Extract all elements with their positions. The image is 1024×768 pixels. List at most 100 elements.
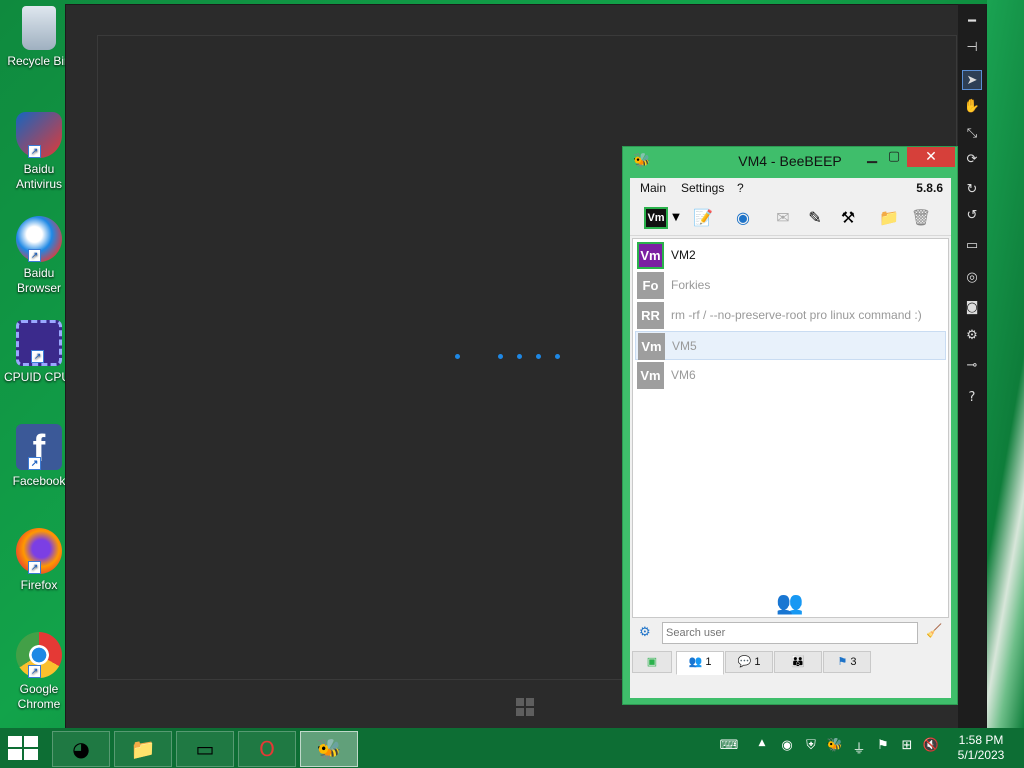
maximize-button[interactable]: ▢ — [885, 149, 903, 167]
shortcut-arrow-icon: ↗ — [28, 561, 41, 574]
tray-expand-icon[interactable]: ▲ — [752, 738, 772, 748]
pin-icon[interactable]: ⊣ — [962, 38, 982, 58]
tab-chats[interactable]: 💬 1 — [725, 651, 773, 673]
user-name: Forkies — [671, 278, 711, 292]
clear-search-icon[interactable]: 🧹 — [926, 624, 942, 639]
my-status-button[interactable]: Vm — [644, 207, 668, 229]
tab-groups[interactable]: 👪 — [774, 651, 822, 673]
user-row[interactable]: Vm VM2 — [635, 241, 946, 270]
user-row[interactable]: Fo Forkies — [635, 271, 946, 300]
menu-help[interactable]: ? — [737, 181, 744, 195]
clock-time: 1:58 PM — [958, 733, 1004, 747]
version-label: 5.8.6 — [916, 181, 943, 195]
hand-icon[interactable]: ✋ — [962, 97, 982, 117]
tab-shares[interactable]: ⚑ 3 — [823, 651, 871, 673]
close-button[interactable]: ✕ — [907, 147, 955, 167]
groups-icon: 👪 — [791, 656, 805, 668]
baidu-browser-icon: ↗ — [16, 216, 62, 262]
user-name: VM2 — [671, 248, 696, 262]
user-avatar: Vm — [638, 333, 665, 360]
search-bar: ⚙ 🧹 — [630, 619, 951, 649]
search-input[interactable] — [662, 622, 918, 644]
menu-settings[interactable]: Settings — [681, 181, 724, 195]
resize-icon[interactable]: ⤡ — [962, 124, 982, 144]
monitor-icon[interactable]: ▭ — [962, 236, 982, 256]
taskbar-beebeep-icon[interactable]: 🐝 — [300, 731, 358, 767]
tools-icon[interactable]: ⚒ — [835, 205, 861, 231]
gear-icon[interactable]: ⚙ — [962, 326, 982, 346]
camera-icon[interactable]: ◙ — [962, 298, 982, 318]
network-icon[interactable]: ◉ — [730, 205, 756, 231]
tab-count: 1 — [705, 656, 712, 668]
minimize-icon[interactable]: ━ — [962, 12, 982, 32]
people-icon: 👥 — [776, 591, 804, 616]
keyboard-icon[interactable]: ⌨ — [716, 738, 742, 753]
bottom-tabs: ▣ 👥 1 💬 1 👪 ⚑ 3 — [630, 651, 951, 675]
desktop-icon-label: Baidu Browser — [16, 266, 61, 295]
taskbar-viewer-icon[interactable]: ▭ — [176, 731, 234, 767]
taskbar-opera-icon[interactable]: O — [238, 731, 296, 767]
search-options-icon[interactable]: ⚙ — [639, 625, 651, 640]
desktop-icon-label: Google Chrome — [17, 682, 61, 711]
tab-count: 1 — [754, 656, 761, 668]
refresh-icon[interactable]: ↻ — [962, 180, 982, 200]
shortcut-arrow-icon: ↗ — [28, 665, 41, 678]
user-name: VM5 — [672, 339, 697, 353]
desktop-icon-label: Baidu Antivirus — [15, 162, 62, 191]
chevron-down-icon[interactable]: ▼ — [670, 205, 682, 231]
help-icon[interactable]: ? — [962, 388, 982, 408]
user-row[interactable]: Vm VM6 — [635, 361, 946, 390]
tray-app-icon[interactable]: ◉ — [777, 738, 797, 753]
tray-network-icon[interactable]: ⊞ — [897, 738, 917, 753]
desktop-icon-label: Facebook — [12, 474, 66, 488]
user-row[interactable]: RR rm -rf / --no-preserve-root pro linux… — [635, 301, 946, 330]
desktop-icon-label: Recycle Bin — [7, 54, 71, 68]
tab-screen[interactable]: ▣ — [632, 651, 672, 673]
user-name: VM6 — [671, 368, 696, 382]
tray-shield-icon[interactable]: ⛨ — [801, 738, 821, 753]
trash-icon[interactable]: 🗑 — [908, 205, 934, 231]
windows-logo-icon — [516, 698, 534, 716]
tray-bee-icon[interactable]: 🐝 — [825, 738, 845, 753]
tab-users[interactable]: 👥 1 — [676, 651, 724, 675]
recycle-bin-icon — [22, 6, 56, 50]
shortcut-arrow-icon: ↗ — [28, 145, 41, 158]
edit-profile-icon[interactable]: 📝 — [690, 205, 716, 231]
shortcut-arrow-icon: ↗ — [28, 249, 41, 262]
facebook-icon: f ↗ — [16, 424, 62, 470]
title-bar[interactable]: 🐝 VM4 - BeeBEEP ▁ ▢ ✕ — [623, 147, 957, 177]
user-name: rm -rf / --no-preserve-root pro linux co… — [671, 308, 922, 322]
start-button[interactable] — [8, 736, 38, 760]
beebeep-window: 🐝 VM4 - BeeBEEP ▁ ▢ ✕ Main Settings ? 5.… — [622, 146, 958, 705]
pointer-icon[interactable]: ➤ — [962, 70, 982, 90]
menu-bar: Main Settings ? 5.8.6 — [630, 178, 951, 198]
tray-volume-muted-icon[interactable]: 🔇 — [921, 738, 941, 753]
rotate-icon[interactable]: ↺ — [962, 206, 982, 226]
user-row[interactable]: Vm VM5 — [635, 331, 946, 360]
tab-count: 3 — [850, 656, 857, 668]
desktop-wallpaper-edge — [987, 0, 1024, 728]
message-icon[interactable]: ✉ — [770, 205, 796, 231]
main-toolbar: Vm ▼ 📝 ◉ ✉ ✎ ⚒ 📁 🗑 — [630, 200, 951, 236]
globe-icon[interactable]: ◎ — [962, 268, 982, 288]
baidu-antivirus-icon: ↗ — [16, 112, 62, 158]
user-avatar: Vm — [637, 362, 664, 389]
tray-flag-icon[interactable]: ⚑ — [873, 738, 893, 753]
usb-icon[interactable]: ⊸ — [962, 356, 982, 376]
taskbar-explorer-icon[interactable]: 📁 — [114, 731, 172, 767]
tray-usb-icon[interactable]: ⏚ — [849, 738, 869, 757]
taskbar-chrome-icon[interactable]: ◕ — [52, 731, 110, 767]
share-icon: ⚑ — [837, 656, 848, 668]
mouse-scroll-icon[interactable]: ⟳ — [962, 150, 982, 170]
firefox-icon: ↗ — [16, 528, 62, 574]
minimize-button[interactable]: ▁ — [863, 149, 881, 167]
user-avatar: Fo — [637, 272, 664, 299]
user-avatar: Vm — [637, 242, 664, 269]
clock[interactable]: 1:58 PM 5/1/2023 — [955, 733, 1007, 763]
clock-date: 5/1/2023 — [957, 748, 1005, 762]
window-body: Main Settings ? 5.8.6 Vm ▼ 📝 ◉ ✉ ✎ ⚒ 📁 🗑… — [630, 178, 951, 698]
write-message-icon[interactable]: ✎ — [802, 205, 828, 231]
menu-main[interactable]: Main — [640, 181, 666, 195]
shortcut-arrow-icon: ↗ — [28, 457, 41, 470]
share-folder-icon[interactable]: 📁 — [876, 205, 902, 231]
